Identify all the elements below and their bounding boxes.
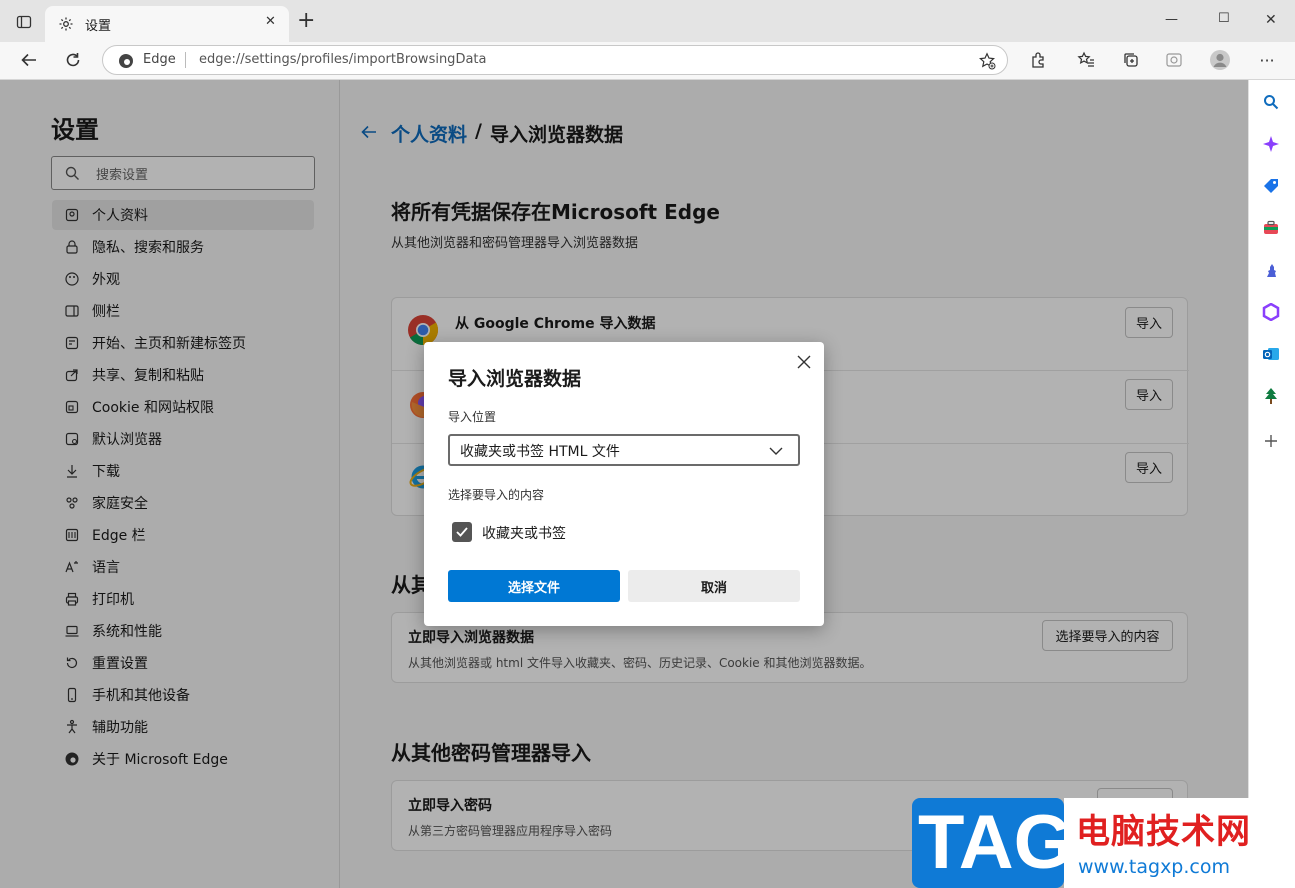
ie-mode-icon[interactable] [1163,49,1185,71]
watermark-logo-text: TAG [918,800,1073,885]
games-chess-icon[interactable] [1258,257,1284,283]
address-divider [185,52,186,68]
shopping-tag-icon[interactable] [1258,173,1284,199]
cancel-button[interactable]: 取消 [628,570,800,602]
tab-title: 设置 [85,19,112,34]
dialog-title: 导入浏览器数据 [448,368,582,390]
profile-avatar-icon[interactable] [1208,48,1232,72]
copilot-sparkle-icon[interactable] [1258,131,1284,157]
site-label: Edge [143,52,176,67]
add-sidebar-app-icon[interactable] [1258,428,1284,454]
watermark-text-box: 电脑技术网 www.tagxp.com [1064,798,1290,888]
tab-actions-icon[interactable] [14,12,34,32]
import-content-label: 选择要导入的内容 [448,488,545,502]
add-favorite-icon[interactable] [977,51,997,71]
tab-close-icon[interactable]: ✕ [265,14,276,29]
refresh-icon[interactable] [62,49,84,71]
search-icon[interactable] [1258,89,1284,115]
collections-icon[interactable] [1120,49,1142,71]
outlook-icon[interactable] [1258,341,1284,367]
favorites-checkbox[interactable] [452,522,472,542]
choose-file-button[interactable]: 选择文件 [448,570,620,602]
tools-briefcase-icon[interactable] [1258,215,1284,241]
address-bar[interactable]: Edge edge://settings/profiles/importBrow… [102,45,1008,75]
tree-icon[interactable] [1258,383,1284,409]
more-menu-icon[interactable]: ··· [1256,49,1278,71]
import-location-label: 导入位置 [448,410,497,424]
edge-logo-icon [117,52,135,70]
minimize-button[interactable]: — [1165,12,1178,27]
dialog-close-icon[interactable] [792,350,816,374]
microsoft-365-icon[interactable] [1258,299,1284,325]
edge-sidebar [1248,80,1295,888]
close-window-button[interactable]: ✕ [1265,12,1277,28]
import-location-select[interactable]: 收藏夹或书签 HTML 文件 [448,434,800,466]
chevron-down-icon [768,443,784,459]
favorites-icon[interactable] [1075,49,1097,71]
maximize-button[interactable]: ☐ [1218,11,1230,26]
favorites-checkbox-label: 收藏夹或书签 [482,526,566,542]
import-location-value: 收藏夹或书签 HTML 文件 [460,444,620,460]
watermark-logo: TAG [912,798,1073,888]
import-dialog: 导入浏览器数据 导入位置 收藏夹或书签 HTML 文件 选择要导入的内容 收藏夹… [424,342,824,626]
watermark-site-url: www.tagxp.com [1078,856,1230,878]
url-text[interactable]: edge://settings/profiles/importBrowsingD… [199,52,486,67]
active-tab[interactable]: 设置 ✕ [45,6,289,42]
watermark-site-name: 电脑技术网 [1076,812,1251,852]
extensions-icon[interactable] [1027,49,1049,71]
back-arrow-icon[interactable] [18,49,40,71]
gear-icon [57,15,75,33]
new-tab-button[interactable]: + [297,10,315,32]
